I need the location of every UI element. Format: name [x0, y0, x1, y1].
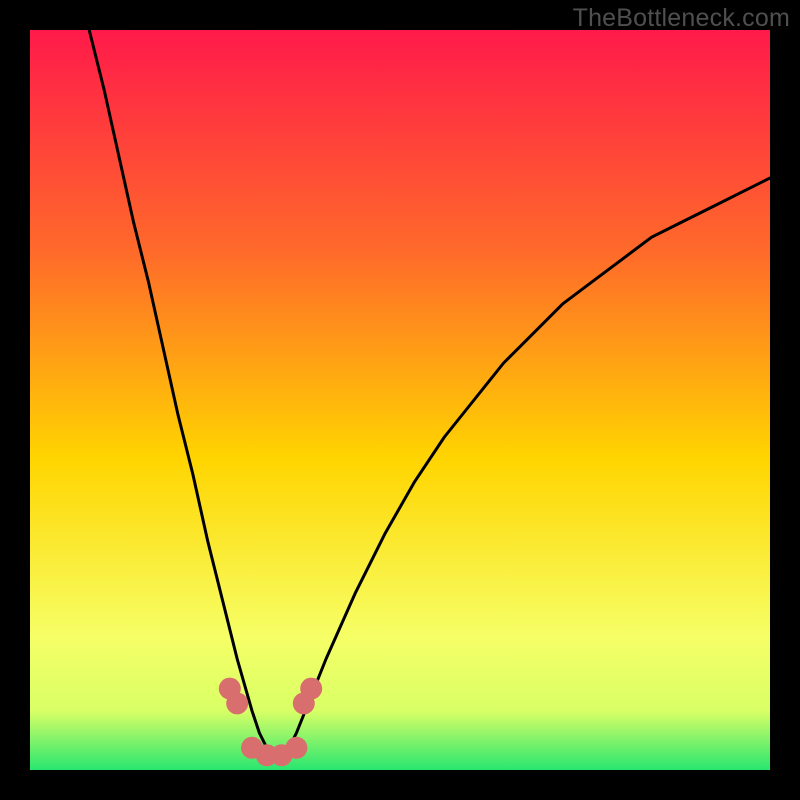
- bottleneck-curve: [89, 30, 770, 755]
- trough-marker: [300, 678, 322, 700]
- plot-area: [30, 30, 770, 770]
- outer-frame: TheBottleneck.com: [0, 0, 800, 800]
- trough-marker: [285, 737, 307, 759]
- watermark-text: TheBottleneck.com: [573, 4, 790, 33]
- chart-svg: [30, 30, 770, 770]
- trough-markers-group: [219, 678, 322, 767]
- trough-marker: [226, 692, 248, 714]
